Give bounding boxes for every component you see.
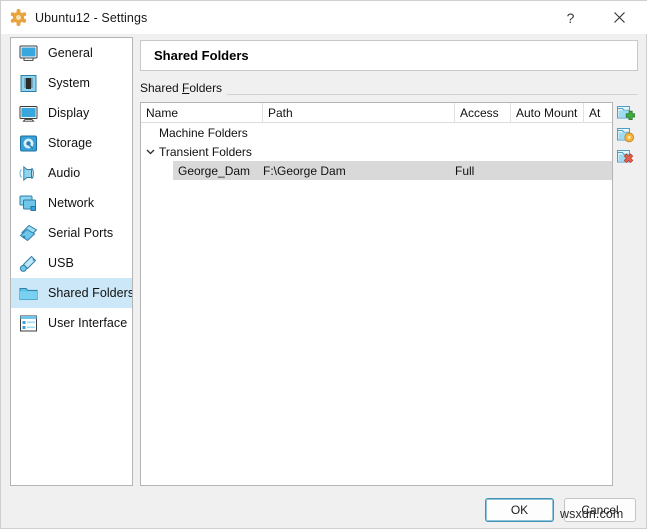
sidebar-item-serial-ports[interactable]: Serial Ports xyxy=(11,218,132,248)
tree-group-label: Machine Folders xyxy=(159,125,248,140)
group-label-pre: Shared xyxy=(140,81,183,95)
sidebar-item-shared-folders[interactable]: Shared Folders xyxy=(11,278,132,308)
cancel-button-label: Cancel xyxy=(581,503,619,517)
sidebar-item-user-interface[interactable]: User Interface xyxy=(11,308,132,338)
sidebar-item-audio[interactable]: Audio xyxy=(11,158,132,188)
serial-ports-icon xyxy=(18,223,39,244)
title-bar: Ubuntu12 - Settings ? xyxy=(1,1,647,34)
folder-icon xyxy=(18,283,39,304)
sidebar-item-label: Network xyxy=(48,196,95,210)
cell-access: Full xyxy=(455,163,475,178)
sidebar-item-label: System xyxy=(48,76,90,90)
page-title: Shared Folders xyxy=(154,48,249,63)
sidebar-item-label: User Interface xyxy=(48,316,128,330)
speaker-icon xyxy=(18,163,39,184)
sidebar-item-label: Display xyxy=(48,106,90,120)
settings-dialog: Ubuntu12 - Settings ? General System Dis… xyxy=(0,0,647,529)
tree-group-transient-folders[interactable]: Transient Folders xyxy=(141,142,612,161)
chevron-down-icon[interactable] xyxy=(141,142,159,161)
add-shared-folder-button[interactable] xyxy=(614,102,637,123)
sidebar-item-label: USB xyxy=(48,256,74,270)
remove-shared-folder-button[interactable] xyxy=(614,146,637,167)
window-title: Ubuntu12 - Settings xyxy=(35,10,148,25)
column-header-name[interactable]: Name xyxy=(141,103,263,123)
cell-path: F:\George Dam xyxy=(263,163,346,178)
edit-shared-folder-button[interactable] xyxy=(614,124,637,145)
harddisk-icon xyxy=(18,133,39,154)
sidebar-item-label: Storage xyxy=(48,136,93,150)
monitor-icon xyxy=(18,43,39,64)
sidebar-item-label: General xyxy=(48,46,93,60)
display-icon xyxy=(18,103,39,124)
sidebar-item-storage[interactable]: Storage xyxy=(11,128,132,158)
sidebar-item-network[interactable]: Network xyxy=(11,188,132,218)
ubuntu-logo-icon xyxy=(10,8,27,27)
close-button[interactable] xyxy=(597,1,642,34)
motherboard-icon xyxy=(18,73,39,94)
column-header-access[interactable]: Access xyxy=(455,103,511,123)
network-cards-icon xyxy=(18,193,39,214)
help-button[interactable]: ? xyxy=(548,1,593,34)
tree-group-machine-folders[interactable]: Machine Folders xyxy=(141,123,612,142)
column-header-at[interactable]: At xyxy=(584,103,612,123)
tree-group-label: Transient Folders xyxy=(159,144,252,159)
sidebar-item-usb[interactable]: USB xyxy=(11,248,132,278)
folder-remove-icon xyxy=(617,150,634,163)
cancel-button[interactable]: Cancel xyxy=(564,498,636,522)
sidebar-item-label: Audio xyxy=(48,166,81,180)
group-box-label: Shared Folders xyxy=(140,81,228,95)
window-icon xyxy=(18,313,39,334)
help-icon: ? xyxy=(566,9,575,26)
sidebar-item-display[interactable]: Display xyxy=(11,98,132,128)
group-label-post: olders xyxy=(189,81,223,95)
table-header-row: Name Path Access Auto Mount At xyxy=(141,103,612,123)
column-header-auto-mount[interactable]: Auto Mount xyxy=(511,103,584,123)
sidebar-item-label: Serial Ports xyxy=(48,226,114,240)
sidebar-item-system[interactable]: System xyxy=(11,68,132,98)
close-icon xyxy=(614,12,625,23)
sidebar-item-label: Shared Folders xyxy=(48,286,133,300)
sidebar-item-general[interactable]: General xyxy=(11,38,132,68)
ok-button[interactable]: OK xyxy=(485,498,554,522)
column-header-path[interactable]: Path xyxy=(263,103,455,123)
cell-auto-mount xyxy=(511,161,584,180)
settings-sidebar[interactable]: General System Display Storage Audio Net… xyxy=(10,37,133,486)
table-row[interactable]: George_Dam F:\George Dam Full xyxy=(141,161,612,180)
cell-at xyxy=(584,161,612,180)
folder-edit-icon xyxy=(617,128,635,143)
pane-title-bar: Shared Folders xyxy=(140,40,638,71)
folder-add-icon xyxy=(617,106,635,120)
shared-folders-toolbar xyxy=(614,102,638,167)
shared-folders-tree[interactable]: Name Path Access Auto Mount At Machine F… xyxy=(140,102,613,486)
cell-name: George_Dam xyxy=(178,163,251,178)
usb-plug-icon xyxy=(18,253,39,274)
ok-button-label: OK xyxy=(510,503,529,517)
